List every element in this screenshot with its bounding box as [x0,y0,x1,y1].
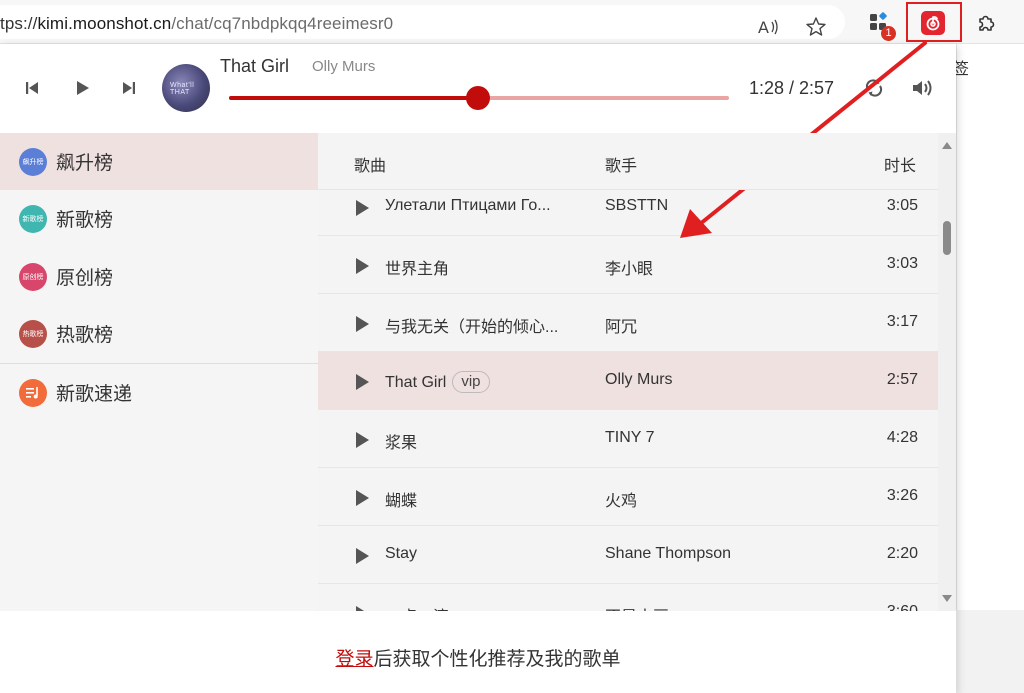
url-path: /chat/cq7nbdpkqq4reeimesr0 [171,14,394,33]
song-duration: 3:05 [886,197,918,214]
play-icon[interactable] [356,316,369,332]
url-host: kimi.moonshot.cn [37,14,172,33]
list-scrollbar[interactable] [938,133,956,611]
sidebar-item-label: 新歌榜 [56,210,114,231]
song-name: 一点一滴 [385,603,449,611]
song-name-text: That Girl [385,374,447,391]
login-prompt-text: 后获取个性化推荐及我的歌单 [373,649,621,670]
scroll-thumb[interactable] [943,221,951,255]
play-icon[interactable] [356,200,369,216]
page-background-lower [956,610,1024,693]
song-duration: 3:17 [886,313,918,330]
play-icon[interactable] [356,548,369,564]
notification-badge: 1 [881,26,896,41]
url-prefix: tps:// [0,14,38,33]
table-row[interactable]: 浆果 TINY 7 4:28 [318,410,938,468]
sidebar-item-label: 热歌榜 [56,325,114,346]
header-duration: 时长 [884,158,917,175]
song-artist: 阿冗 [605,319,638,336]
song-duration: 3:60 [887,603,918,611]
song-duration: 4:28 [886,429,918,446]
login-footer: 登录后获取个性化推荐及我的歌单 [0,611,956,693]
chart-sidebar: 飙升榜 飙升榜 新歌榜 新歌榜 原创榜 原创榜 热歌榜 热歌榜 新歌速递 [0,133,318,611]
sidebar-item-label: 原创榜 [56,268,114,289]
login-prompt: 登录后获取个性化推荐及我的歌单 [0,644,956,671]
address-bar[interactable]: tps://kimi.moonshot.cn/chat/cq7nbdpkqq4r… [0,5,845,39]
table-row[interactable]: 世界主角 李小眼 3:03 [318,236,938,294]
soaring-chart-icon: 飙升榜 [19,147,47,176]
original-chart-icon: 原创榜 [19,262,47,291]
song-duration: 3:03 [886,255,918,272]
player-bar: What'll THAT That Girl Olly Murs 1:28 / … [0,44,956,133]
svg-text:A: A [758,18,769,37]
next-track-icon[interactable] [117,76,141,100]
song-duration: 2:20 [886,545,918,562]
song-name: Улетали Птицами Го... [385,197,551,214]
play-icon[interactable] [356,432,369,448]
song-name: Stay [385,545,418,562]
hot-chart-icon: 热歌榜 [19,319,47,348]
login-link[interactable]: 登录 [335,649,373,670]
play-icon[interactable] [356,374,369,390]
sidebar-item-soaring[interactable]: 飙升榜 飙升榜 [0,133,318,190]
browser-toolbar: tps://kimi.moonshot.cn/chat/cq7nbdpkqq4r… [0,0,1024,44]
song-artist: 李小眼 [605,261,654,278]
now-playing-title: That Girl [220,56,290,76]
previous-track-icon[interactable] [20,76,44,100]
progress-bar[interactable] [229,86,729,110]
playlist-music-icon [19,378,47,407]
table-row-active[interactable]: That Girl vip Olly Murs 2:57 [318,352,938,410]
header-song: 歌曲 [354,158,387,175]
table-row[interactable]: 与我无关（开始的倾心... 阿冗 3:17 [318,294,938,352]
song-list[interactable]: Улетали Птицами Го... SBSTTN 3:05 世界主角 李… [318,133,938,611]
table-row[interactable]: Stay Shane Thompson 2:20 [318,526,938,584]
play-icon[interactable] [70,76,94,100]
sidebar-item-hot[interactable]: 热歌榜 热歌榜 [0,305,318,362]
read-aloud-icon[interactable]: A [756,15,780,39]
new-songs-chart-icon: 新歌榜 [19,204,47,233]
sidebar-item-label: 新歌速递 [56,384,133,405]
album-cover: What'll THAT [162,64,210,112]
song-name: 与我无关（开始的倾心... [385,319,559,336]
progress-handle[interactable] [465,86,490,110]
album-cover-text: What'll THAT [170,82,195,96]
table-row[interactable]: 一点一滴 不是土豆_ 3:60 [318,584,938,611]
song-artist: 火鸡 [605,493,638,510]
list-header: 歌曲 歌手 时长 [318,133,938,190]
now-playing-artist: Olly Murs [312,58,376,75]
song-duration: 2:57 [886,371,918,388]
song-artist: 不是土豆_ [605,603,678,611]
netease-music-extension-icon[interactable] [921,11,945,35]
song-artist: SBSTTN [605,197,669,214]
page-background [956,44,1024,693]
scroll-down-arrow-icon[interactable] [942,595,952,602]
vip-badge: vip [452,371,490,393]
favorite-star-icon[interactable] [804,15,828,39]
song-name: 蝴蝶 [385,493,418,510]
song-name: 浆果 [385,435,418,452]
song-artist: Shane Thompson [605,545,732,562]
volume-icon[interactable] [910,76,934,100]
loop-icon[interactable] [862,76,886,100]
puzzle-extensions-icon[interactable] [974,10,998,34]
playback-time: 1:28 / 2:57 [749,78,835,98]
song-name: 世界主角 [385,261,450,278]
song-duration: 3:26 [886,487,918,504]
url-text[interactable]: tps://kimi.moonshot.cn/chat/cq7nbdpkqq4r… [0,14,393,34]
play-icon[interactable] [356,490,369,506]
sidebar-item-label: 飙升榜 [56,153,114,174]
song-name: That Girl vip [385,371,490,393]
progress-fill [229,96,478,100]
song-artist: Olly Murs [605,371,673,388]
music-popup: What'll THAT That Girl Olly Murs 1:28 / … [0,44,956,693]
sidebar-item-original[interactable]: 原创榜 原创榜 [0,248,318,305]
play-icon[interactable] [356,258,369,274]
header-artist: 歌手 [605,158,638,175]
scroll-up-arrow-icon[interactable] [942,142,952,149]
sidebar-item-new-releases[interactable]: 新歌速递 [0,364,318,421]
sidebar-item-new-songs[interactable]: 新歌榜 新歌榜 [0,190,318,247]
table-row[interactable]: 蝴蝶 火鸡 3:26 [318,468,938,526]
song-artist: TINY 7 [605,429,655,446]
